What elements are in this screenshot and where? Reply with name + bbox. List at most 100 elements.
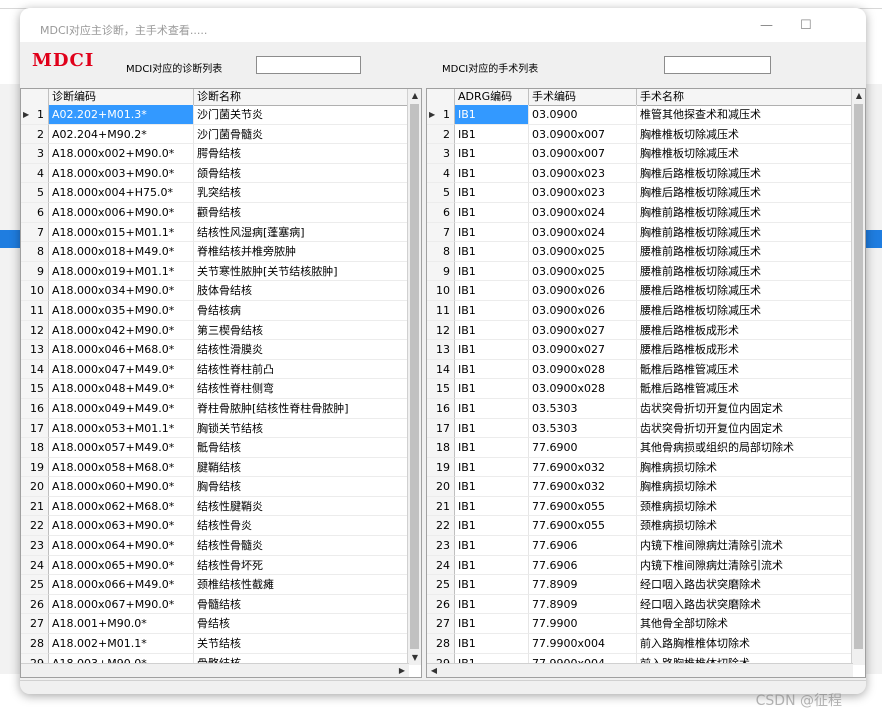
proc-name-cell[interactable]: 颈椎病损切除术 <box>637 516 853 537</box>
table-row[interactable]: 5 IB1 03.0900x023 胸椎后路椎板切除减压术 <box>427 183 853 203</box>
adrg-code-cell[interactable]: IB1 <box>455 496 529 517</box>
diag-name-header[interactable]: 诊断名称 <box>194 89 408 105</box>
proc-name-cell[interactable]: 腰椎后路椎板切除减压术 <box>637 300 853 321</box>
scroll-down-arrow-icon[interactable]: ▼ <box>408 651 421 665</box>
procedure-vertical-scrollbar[interactable]: ▲ <box>851 89 865 665</box>
adrg-code-cell[interactable]: IB1 <box>455 320 529 341</box>
diag-name-cell[interactable]: 颧骨结核 <box>194 202 408 223</box>
proc-code-cell[interactable]: 77.6900x032 <box>529 457 637 478</box>
table-row[interactable]: 20 A18.000x060+M90.0* 胸骨结核 <box>21 477 408 497</box>
diag-name-cell[interactable]: 结核性骨髓炎 <box>194 536 408 556</box>
scrollbar-thumb[interactable] <box>410 104 419 649</box>
proc-name-cell[interactable]: 胸椎椎板切除减压术 <box>637 144 853 164</box>
proc-filter-input[interactable] <box>664 56 771 74</box>
table-row[interactable]: 27 IB1 77.9900 其他骨全部切除术 <box>427 614 853 635</box>
table-row[interactable]: 7 IB1 03.0900x024 胸椎前路椎板切除减压术 <box>427 222 853 243</box>
diag-code-cell[interactable]: A18.000x042+M90.0* <box>49 320 194 341</box>
table-row[interactable]: 28 A18.002+M01.1* 关节结核 <box>21 634 408 654</box>
adrg-code-cell[interactable]: IB1 <box>455 242 529 262</box>
proc-code-cell[interactable]: 03.0900 <box>529 105 637 125</box>
adrg-code-cell[interactable]: IB1 <box>455 183 529 203</box>
diagnosis-vertical-scrollbar[interactable]: ▲ ▼ <box>407 89 421 665</box>
proc-code-cell[interactable]: 77.6900 <box>529 438 637 458</box>
proc-name-cell[interactable]: 腰椎后路椎板成形术 <box>637 320 853 341</box>
table-row[interactable]: 2 A02.204+M90.2* 沙门菌骨髓炎 <box>21 124 408 145</box>
procedure-horizontal-scrollbar[interactable]: ◀ <box>427 663 853 677</box>
proc-name-cell[interactable]: 腰椎后路椎板成形术 <box>637 340 853 360</box>
diag-code-cell[interactable]: A18.000x006+M90.0* <box>49 202 194 223</box>
table-row[interactable]: 7 A18.000x015+M01.1* 结核性风湿病[蓬塞病] <box>21 222 408 243</box>
diag-code-cell[interactable]: A18.000x057+M49.0* <box>49 438 194 458</box>
diag-filter-input[interactable] <box>256 56 361 74</box>
diag-code-cell[interactable]: A18.000x060+M90.0* <box>49 477 194 497</box>
table-row[interactable]: 22 A18.000x063+M90.0* 结核性骨炎 <box>21 516 408 537</box>
adrg-code-cell[interactable]: IB1 <box>455 418 529 439</box>
proc-code-cell[interactable]: 03.0900x027 <box>529 340 637 360</box>
diag-code-cell[interactable]: A18.000x048+M49.0* <box>49 379 194 399</box>
proc-name-cell[interactable]: 胸椎后路椎板切除减压术 <box>637 183 853 203</box>
proc-code-cell[interactable]: 03.5303 <box>529 398 637 419</box>
adrg-code-cell[interactable]: IB1 <box>455 457 529 478</box>
diag-code-cell[interactable]: A18.000x002+M90.0* <box>49 144 194 164</box>
proc-code-cell[interactable]: 03.0900x027 <box>529 320 637 341</box>
proc-code-cell[interactable]: 03.0900x025 <box>529 242 637 262</box>
proc-name-cell[interactable]: 胸椎后路椎板切除减压术 <box>637 163 853 184</box>
proc-code-cell[interactable]: 77.6906 <box>529 536 637 556</box>
table-row[interactable]: 22 IB1 77.6900x055 颈椎病损切除术 <box>427 516 853 537</box>
table-row[interactable]: 4 A18.000x003+M90.0* 颌骨结核 <box>21 163 408 184</box>
scroll-right-arrow-icon[interactable]: ▶ <box>395 664 409 677</box>
adrg-code-header[interactable]: ADRG编码 <box>455 89 529 105</box>
proc-code-cell[interactable]: 77.6906 <box>529 555 637 576</box>
proc-name-cell[interactable]: 腰椎前路椎板切除减压术 <box>637 242 853 262</box>
table-row[interactable]: 3 A18.000x002+M90.0* 腭骨结核 <box>21 144 408 164</box>
adrg-code-cell[interactable]: IB1 <box>455 536 529 556</box>
table-row[interactable]: 19 A18.000x058+M68.0* 腱鞘结核 <box>21 457 408 478</box>
table-row[interactable]: 8 A18.000x018+M49.0* 脊椎结核并椎旁脓肿 <box>21 242 408 262</box>
table-row[interactable]: ▶ 1 A02.202+M01.3* 沙门菌关节炎 <box>21 105 408 125</box>
diag-name-cell[interactable]: 腭骨结核 <box>194 144 408 164</box>
minimize-icon[interactable]: — <box>760 18 773 33</box>
table-row[interactable]: 25 A18.000x066+M49.0* 颈椎结核性截瘫 <box>21 575 408 595</box>
scroll-up-arrow-icon[interactable]: ▲ <box>408 89 421 103</box>
proc-name-cell[interactable]: 其他骨全部切除术 <box>637 614 853 635</box>
proc-code-cell[interactable]: 03.0900x028 <box>529 379 637 399</box>
proc-name-cell[interactable]: 胸椎病损切除术 <box>637 457 853 478</box>
table-row[interactable]: ▶ 1 IB1 03.0900 椎管其他探查术和减压术 <box>427 105 853 125</box>
proc-code-cell[interactable]: 03.5303 <box>529 418 637 439</box>
diag-code-cell[interactable]: A02.202+M01.3* <box>49 105 194 125</box>
proc-code-cell[interactable]: 77.6900x055 <box>529 516 637 537</box>
adrg-code-cell[interactable]: IB1 <box>455 124 529 145</box>
adrg-code-cell[interactable]: IB1 <box>455 379 529 399</box>
adrg-code-cell[interactable]: IB1 <box>455 105 529 125</box>
table-row[interactable]: 18 A18.000x057+M49.0* 骶骨结核 <box>21 438 408 458</box>
proc-code-cell[interactable]: 03.0900x024 <box>529 202 637 223</box>
diag-code-cell[interactable]: A18.000x019+M01.1* <box>49 261 194 282</box>
proc-code-cell[interactable]: 03.0900x007 <box>529 144 637 164</box>
diag-name-cell[interactable]: 结核性滑膜炎 <box>194 340 408 360</box>
diagnosis-horizontal-scrollbar[interactable]: ▶ <box>21 663 409 677</box>
proc-code-cell[interactable]: 03.0900x026 <box>529 300 637 321</box>
table-row[interactable]: 19 IB1 77.6900x032 胸椎病损切除术 <box>427 457 853 478</box>
diag-code-cell[interactable]: A18.000x065+M90.0* <box>49 555 194 576</box>
diag-name-cell[interactable]: 结核性脊柱侧弯 <box>194 379 408 399</box>
table-row[interactable]: 24 IB1 77.6906 内镜下椎间隙病灶清除引流术 <box>427 555 853 576</box>
proc-code-cell[interactable]: 77.8909 <box>529 575 637 595</box>
diag-code-cell[interactable]: A18.000x049+M49.0* <box>49 398 194 419</box>
diag-name-cell[interactable]: 沙门菌骨髓炎 <box>194 124 408 145</box>
table-row[interactable]: 13 IB1 03.0900x027 腰椎后路椎板成形术 <box>427 340 853 360</box>
table-row[interactable]: 6 A18.000x006+M90.0* 颧骨结核 <box>21 202 408 223</box>
adrg-code-cell[interactable]: IB1 <box>455 202 529 223</box>
diag-name-cell[interactable]: 颌骨结核 <box>194 163 408 184</box>
table-row[interactable]: 8 IB1 03.0900x025 腰椎前路椎板切除减压术 <box>427 242 853 262</box>
diag-name-cell[interactable]: 骨髓结核 <box>194 594 408 615</box>
proc-name-cell[interactable]: 腰椎前路椎板切除减压术 <box>637 261 853 282</box>
proc-code-cell[interactable]: 77.9900x004 <box>529 634 637 654</box>
diag-name-cell[interactable]: 骨结核 <box>194 614 408 635</box>
diag-code-cell[interactable]: A18.002+M01.1* <box>49 634 194 654</box>
adrg-code-cell[interactable]: IB1 <box>455 222 529 243</box>
table-row[interactable]: 2 IB1 03.0900x007 胸椎椎板切除减压术 <box>427 124 853 145</box>
adrg-code-cell[interactable]: IB1 <box>455 575 529 595</box>
adrg-code-cell[interactable]: IB1 <box>455 281 529 301</box>
adrg-code-cell[interactable]: IB1 <box>455 359 529 380</box>
table-row[interactable]: 12 IB1 03.0900x027 腰椎后路椎板成形术 <box>427 320 853 341</box>
